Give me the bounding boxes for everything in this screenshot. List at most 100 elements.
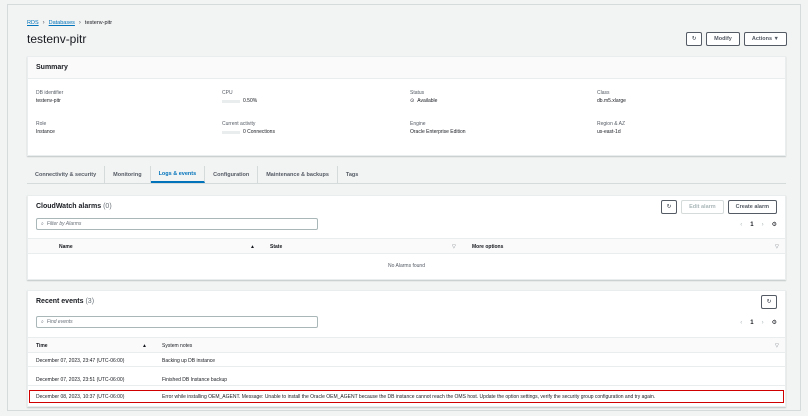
table-row: December 07, 2023, 23:47 (UTC-06:00) Bac… xyxy=(28,355,785,367)
alarms-header: CloudWatch alarms (0) ↻ Edit alarm Creat… xyxy=(28,196,785,216)
create-alarm-button[interactable]: Create alarm xyxy=(727,200,777,214)
tab-bar: Connectivity & security Monitoring Logs … xyxy=(27,166,786,184)
col-name[interactable]: Name xyxy=(59,244,73,250)
cloudwatch-alarms-panel: CloudWatch alarms (0) ↻ Edit alarm Creat… xyxy=(27,195,786,280)
tab-maintenance[interactable]: Maintenance & backups xyxy=(258,166,338,183)
chevron-right-icon: › xyxy=(78,20,81,26)
db-identifier-label: DB identifier xyxy=(36,90,64,96)
region-value: us-east-1d xyxy=(597,128,621,135)
tab-monitoring[interactable]: Monitoring xyxy=(105,166,151,183)
alarms-search-placeholder: Filter by Alarms xyxy=(46,221,82,227)
modify-button[interactable]: Modify xyxy=(706,32,740,46)
db-identifier-value: testenv-pitr xyxy=(36,97,61,104)
cpu-progress-bar xyxy=(222,99,240,103)
breadcrumb-rds-link[interactable]: RDS xyxy=(27,20,39,26)
refresh-icon: ↻ xyxy=(666,204,672,210)
tab-logs-events[interactable]: Logs & events xyxy=(150,166,206,183)
class-label: Class xyxy=(597,90,610,96)
events-refresh-button[interactable]: ↻ xyxy=(761,295,777,309)
breadcrumb: RDS › Databases › testenv-pitr xyxy=(27,20,112,26)
col-time[interactable]: Time xyxy=(36,343,48,349)
sort-ascending-icon[interactable]: ▲ xyxy=(142,343,147,349)
activity-bar xyxy=(222,130,240,134)
chevron-right-icon: › xyxy=(42,20,45,26)
event-note: Backing up DB instance xyxy=(162,358,216,364)
alarms-search-input[interactable]: ⌕ Filter by Alarms xyxy=(36,218,318,230)
settings-gear-icon[interactable]: ⚙ xyxy=(772,319,777,326)
class-field: Class db.m5.xlarge xyxy=(597,90,626,105)
events-search-placeholder: Find events xyxy=(46,319,73,325)
chevron-left-icon[interactable]: ‹ xyxy=(740,222,742,228)
header-actions: ↻ Modify Actions ▼ xyxy=(686,32,787,46)
alarms-title: CloudWatch alarms xyxy=(36,202,102,210)
chevron-right-icon[interactable]: › xyxy=(762,222,764,228)
tab-configuration[interactable]: Configuration xyxy=(205,166,259,183)
edit-alarm-button[interactable]: Edit alarm xyxy=(681,200,724,214)
alarms-page-number[interactable]: 1 xyxy=(750,222,753,228)
sort-descending-icon[interactable]: ▽ xyxy=(775,343,779,349)
cpu-value: 0.50% xyxy=(243,97,258,104)
breadcrumb-databases-link[interactable]: Databases xyxy=(49,20,75,26)
engine-value: Oracle Enterprise Edition xyxy=(410,128,466,135)
page: RDS › Databases › testenv-pitr testenv-p… xyxy=(0,0,808,416)
sort-ascending-icon[interactable]: ▲ xyxy=(250,244,255,250)
role-field: Role Instance xyxy=(36,121,55,136)
engine-field: Engine Oracle Enterprise Edition xyxy=(410,121,466,136)
region-field: Region & AZ us-east-1d xyxy=(597,121,625,136)
region-label: Region & AZ xyxy=(597,121,626,127)
table-row-highlighted: December 08, 2023, 10:37 (UTC-06:00) Err… xyxy=(29,390,784,403)
alarms-empty-message: No Alarms found xyxy=(388,263,425,269)
activity-field: Current activity 0 Connections xyxy=(222,121,275,136)
event-time: December 07, 2023, 23:47 (UTC-06:00) xyxy=(36,358,125,364)
col-system-notes[interactable]: System notes xyxy=(162,343,192,349)
events-count: (3) xyxy=(85,297,95,305)
role-value: Instance xyxy=(36,128,55,135)
event-note: Error while installing OEM_AGENT. Messag… xyxy=(162,394,656,400)
table-row: December 07, 2023, 23:51 (UTC-06:00) Fin… xyxy=(28,374,785,386)
recent-events-panel: Recent events (3) ↻ ⌕ Find events ‹ 1 › … xyxy=(27,290,786,407)
page-title: testenv-pitr xyxy=(27,32,87,46)
refresh-icon: ↻ xyxy=(766,299,772,305)
chevron-left-icon[interactable]: ‹ xyxy=(740,320,742,326)
actions-button[interactable]: Actions ▼ xyxy=(743,32,787,46)
sort-descending-icon[interactable]: ▽ xyxy=(775,244,779,250)
chevron-right-icon[interactable]: › xyxy=(762,320,764,326)
summary-title: Summary xyxy=(28,57,785,79)
status-value: Available xyxy=(417,97,438,104)
engine-label: Engine xyxy=(410,121,426,127)
status-label: Status xyxy=(410,90,425,96)
alarms-actions: ↻ Edit alarm Create alarm xyxy=(661,200,777,214)
cpu-field: CPU 0.50% xyxy=(222,90,257,105)
events-title: Recent events xyxy=(36,297,84,305)
tab-connectivity[interactable]: Connectivity & security xyxy=(27,166,106,183)
events-page-number[interactable]: 1 xyxy=(750,320,753,326)
role-label: Role xyxy=(36,121,47,127)
events-pagination: ‹ 1 › ⚙ xyxy=(740,319,777,327)
col-more-options[interactable]: More options xyxy=(472,244,503,250)
tab-tags[interactable]: Tags xyxy=(338,166,366,183)
activity-value: 0 Connections xyxy=(243,128,275,135)
event-time: December 07, 2023, 23:51 (UTC-06:00) xyxy=(36,377,125,383)
events-table-header: Time ▲ System notes ▽ xyxy=(28,337,785,353)
settings-gear-icon[interactable]: ⚙ xyxy=(772,221,777,228)
alarms-pagination: ‹ 1 › ⚙ xyxy=(740,221,777,229)
refresh-button[interactable]: ↻ xyxy=(686,32,703,46)
class-value: db.m5.xlarge xyxy=(597,97,626,104)
event-time: December 08, 2023, 10:37 (UTC-06:00) xyxy=(36,394,125,400)
refresh-icon: ↻ xyxy=(691,36,697,42)
sort-descending-icon[interactable]: ▽ xyxy=(452,244,456,250)
activity-label: Current activity xyxy=(222,121,256,127)
check-circle-icon: ⊙ xyxy=(410,97,415,104)
cpu-label: CPU xyxy=(222,90,233,96)
events-actions: ↻ xyxy=(761,295,777,309)
breadcrumb-current: testenv-pitr xyxy=(84,20,113,26)
status-field: Status ⊙ Available xyxy=(410,90,437,105)
events-search-input[interactable]: ⌕ Find events xyxy=(36,316,318,328)
event-note: Finished DB Instance backup xyxy=(162,377,228,383)
col-state[interactable]: State xyxy=(270,244,282,250)
search-icon: ⌕ xyxy=(41,319,44,325)
alarms-table-header: Name ▲ State ▽ More options ▽ xyxy=(28,238,785,254)
search-icon: ⌕ xyxy=(41,221,44,227)
db-identifier-field: DB identifier testenv-pitr xyxy=(36,90,63,105)
alarms-refresh-button[interactable]: ↻ xyxy=(661,200,678,214)
